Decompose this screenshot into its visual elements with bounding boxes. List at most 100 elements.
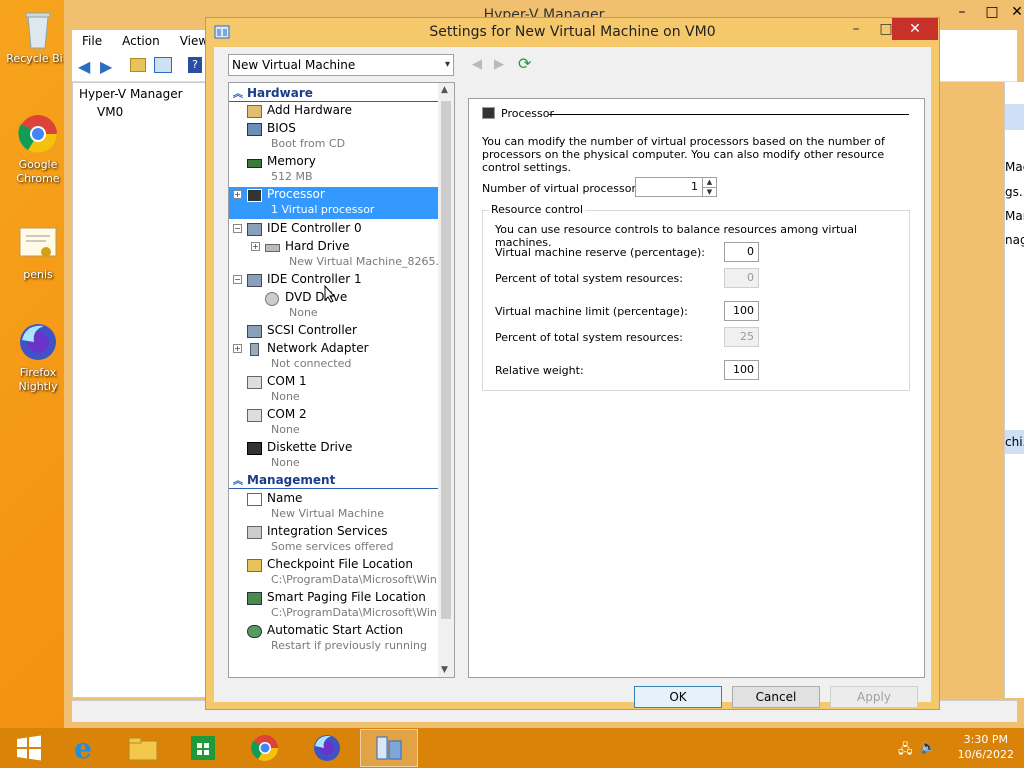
item-checkpoint-location[interactable]: Checkpoint File Location C:\ProgramData\… bbox=[229, 557, 447, 589]
item-label: Processor bbox=[267, 187, 325, 201]
item-label: Diskette Drive bbox=[267, 440, 353, 454]
item-label: Checkpoint File Location bbox=[267, 557, 413, 571]
checkpoint-folder-icon bbox=[247, 559, 262, 572]
folder-icon[interactable] bbox=[130, 58, 146, 72]
nav-forward-icon[interactable]: ▶ bbox=[494, 57, 504, 72]
clock-time: 3:30 PM bbox=[963, 733, 1008, 746]
help-icon[interactable]: ? bbox=[188, 57, 202, 73]
item-bios[interactable]: BIOS Boot from CD bbox=[229, 121, 438, 153]
expand-icon[interactable]: + bbox=[251, 242, 260, 251]
firefox-icon bbox=[16, 320, 60, 364]
vm-select[interactable]: New Virtual Machine ▾ bbox=[228, 54, 454, 76]
item-com1[interactable]: COM 1 None bbox=[229, 374, 438, 406]
bg-close-button[interactable]: ✕ bbox=[999, 0, 1024, 24]
section-hardware[interactable]: ︽ Hardware bbox=[229, 85, 438, 102]
bios-icon bbox=[247, 123, 262, 136]
ie-icon: e bbox=[74, 731, 92, 765]
item-sub: New Virtual Machine_8265... bbox=[289, 255, 446, 268]
chrome-icon bbox=[16, 112, 60, 156]
action-snippet-4[interactable]: nag... bbox=[1005, 233, 1024, 247]
processor-icon bbox=[247, 189, 262, 202]
dialog-body: New Virtual Machine ▾ ◀ ▶ ⟳ ︽ Hardware Ad… bbox=[214, 47, 931, 708]
menu-action[interactable]: Action bbox=[112, 30, 170, 52]
vm-select-value: New Virtual Machine bbox=[232, 58, 356, 72]
item-label: BIOS bbox=[267, 121, 296, 135]
item-com2[interactable]: COM 2 None bbox=[229, 407, 438, 439]
limit-input[interactable]: 100 bbox=[724, 301, 759, 321]
expand-icon[interactable]: + bbox=[233, 344, 242, 353]
expand-icon[interactable]: + bbox=[233, 190, 242, 199]
item-ide-controller-0[interactable]: − IDE Controller 0 bbox=[229, 221, 438, 238]
collapse-icon: ︽ bbox=[233, 476, 243, 487]
bg-actions-pane: Mac... gs... Man... nag... chi... bbox=[1004, 82, 1024, 698]
item-network-adapter[interactable]: + Network Adapter Not connected bbox=[229, 341, 438, 373]
item-label: Network Adapter bbox=[267, 341, 369, 355]
settings-tree-scrollbar[interactable]: ▲ ▼ bbox=[438, 83, 454, 677]
cancel-button[interactable]: Cancel bbox=[732, 686, 820, 708]
item-label: Hard Drive bbox=[285, 239, 350, 253]
resource-control-group: Resource control You can use resource co… bbox=[482, 203, 910, 391]
item-add-hardware[interactable]: Add Hardware bbox=[229, 103, 438, 120]
scrollbar-thumb[interactable] bbox=[441, 101, 451, 619]
back-icon[interactable]: ◀ bbox=[78, 57, 90, 76]
item-hard-drive[interactable]: + Hard Drive New Virtual Machine_8265... bbox=[229, 239, 446, 271]
item-automatic-start-action[interactable]: Automatic Start Action Restart if previo… bbox=[229, 623, 438, 655]
stepper-down-icon[interactable]: ▼ bbox=[702, 187, 716, 196]
item-label: IDE Controller 0 bbox=[267, 221, 362, 235]
apply-button[interactable]: Apply bbox=[830, 686, 918, 708]
collapse-node-icon[interactable]: − bbox=[233, 224, 242, 233]
item-label: COM 1 bbox=[267, 374, 307, 388]
chevron-down-icon: ▾ bbox=[444, 59, 450, 70]
stepper-up-icon[interactable]: ▲ bbox=[702, 178, 716, 187]
item-sub: None bbox=[271, 456, 300, 469]
taskbar-firefox[interactable] bbox=[298, 729, 356, 767]
ok-button[interactable]: OK bbox=[634, 686, 722, 708]
item-integration-services[interactable]: Integration Services Some services offer… bbox=[229, 524, 438, 556]
processor-settings-pane: Processor You can modify the number of v… bbox=[468, 98, 925, 678]
volume-icon[interactable]: 🔈 bbox=[920, 740, 936, 755]
menu-file[interactable]: File bbox=[72, 30, 112, 52]
item-smart-paging-location[interactable]: Smart Paging File Location C:\ProgramDat… bbox=[229, 590, 447, 622]
console-icon[interactable] bbox=[154, 57, 172, 73]
collapse-node-icon[interactable]: − bbox=[233, 275, 242, 284]
minimize-button[interactable]: – bbox=[841, 18, 871, 40]
desktop: Recycle Bin Google Chrome penis Firefox … bbox=[0, 0, 1024, 728]
taskbar-hyperv-manager[interactable] bbox=[360, 729, 418, 767]
item-sub: Boot from CD bbox=[271, 137, 346, 150]
tree-root[interactable]: Hyper-V Manager bbox=[79, 87, 183, 101]
close-button[interactable]: ✕ bbox=[892, 18, 938, 40]
item-diskette-drive[interactable]: Diskette Drive None bbox=[229, 440, 438, 472]
forward-icon[interactable]: ▶ bbox=[100, 57, 112, 76]
clock[interactable]: 3:30 PM 10/6/2022 bbox=[958, 732, 1014, 762]
action-snippet-5[interactable]: chi... bbox=[1005, 430, 1024, 454]
weight-input[interactable]: 100 bbox=[724, 360, 759, 380]
refresh-icon[interactable]: ⟳ bbox=[518, 54, 531, 73]
limit-percent-label: Percent of total system resources: bbox=[495, 331, 683, 344]
item-sub: None bbox=[289, 306, 318, 319]
start-button[interactable] bbox=[0, 729, 58, 767]
tree-vm0[interactable]: VM0 bbox=[97, 105, 123, 119]
num-processors-stepper[interactable]: 1 ▲ ▼ bbox=[635, 177, 717, 197]
item-processor[interactable]: + Processor 1 Virtual processor bbox=[229, 187, 438, 219]
scroll-down-icon[interactable]: ▼ bbox=[441, 665, 448, 675]
item-label: COM 2 bbox=[267, 407, 307, 421]
reserve-input[interactable]: 0 bbox=[724, 242, 759, 262]
action-snippet-2[interactable]: gs... bbox=[1005, 185, 1024, 199]
action-snippet-3[interactable]: Man... bbox=[1005, 209, 1024, 223]
scroll-up-icon[interactable]: ▲ bbox=[441, 85, 448, 95]
firefox-icon bbox=[314, 735, 340, 761]
network-icon[interactable]: 🖧 bbox=[898, 740, 913, 762]
item-memory[interactable]: Memory 512 MB bbox=[229, 154, 438, 186]
taskbar-chrome[interactable] bbox=[236, 729, 294, 767]
start-icon bbox=[17, 735, 41, 761]
item-label: SCSI Controller bbox=[267, 323, 357, 337]
taskbar-ie[interactable]: e bbox=[54, 729, 112, 767]
taskbar-file-explorer[interactable] bbox=[114, 729, 172, 767]
item-sub: Some services offered bbox=[271, 540, 394, 553]
item-scsi-controller[interactable]: SCSI Controller bbox=[229, 323, 438, 340]
taskbar-store[interactable] bbox=[174, 729, 232, 767]
item-name[interactable]: Name New Virtual Machine bbox=[229, 491, 438, 523]
action-snippet-1[interactable]: Mac... bbox=[1005, 160, 1024, 174]
nav-back-icon[interactable]: ◀ bbox=[472, 57, 482, 72]
section-management[interactable]: ︽ Management bbox=[229, 472, 438, 489]
